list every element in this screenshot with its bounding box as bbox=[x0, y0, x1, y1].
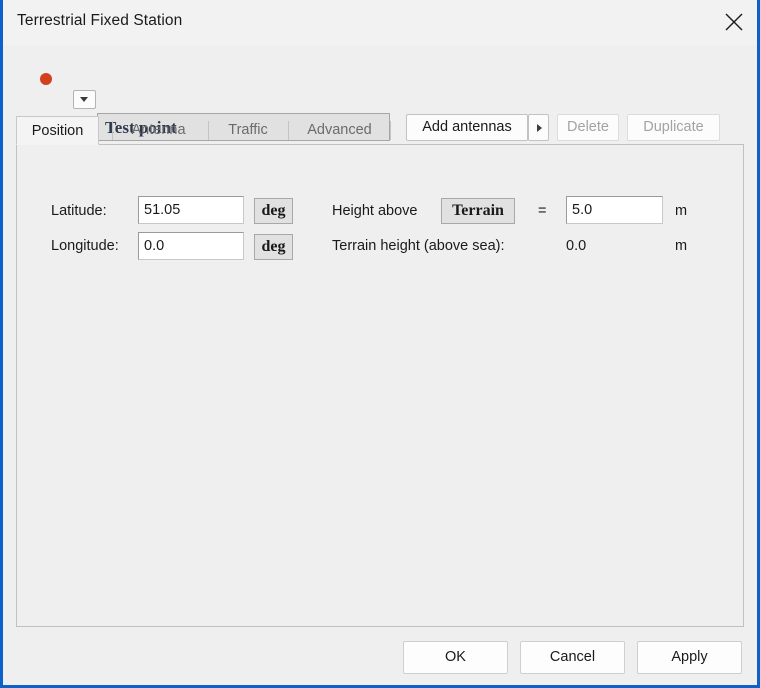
terrain-height-label: Terrain height (above sea): bbox=[332, 238, 505, 254]
latitude-input[interactable]: 51.05 bbox=[138, 196, 244, 224]
latitude-label: Latitude: bbox=[51, 203, 107, 219]
dialog-window: Terrestrial Fixed Station Test point Add… bbox=[0, 0, 760, 688]
tab-antenna[interactable]: Antenna bbox=[116, 116, 201, 145]
tab-position[interactable]: Position bbox=[16, 116, 99, 145]
window-title: Terrestrial Fixed Station bbox=[17, 12, 183, 29]
apply-button[interactable]: Apply bbox=[637, 641, 742, 674]
longitude-label: Longitude: bbox=[51, 238, 119, 254]
equals-sign: = bbox=[538, 203, 547, 219]
tab-separator bbox=[208, 121, 209, 140]
tab-separator bbox=[390, 121, 391, 140]
close-icon[interactable] bbox=[711, 0, 757, 44]
height-unit-label: m bbox=[675, 203, 688, 219]
title-bar: Terrestrial Fixed Station bbox=[3, 0, 757, 46]
terrain-height-value: 0.0 bbox=[566, 238, 587, 254]
tab-separator bbox=[112, 121, 113, 140]
tab-separator bbox=[288, 121, 289, 140]
cancel-button[interactable]: Cancel bbox=[520, 641, 625, 674]
height-above-label: Height above bbox=[332, 203, 418, 219]
station-list-dropdown-button[interactable] bbox=[73, 90, 96, 109]
tab-traffic[interactable]: Traffic bbox=[212, 116, 284, 145]
height-input[interactable]: 5.0 bbox=[566, 196, 663, 224]
tab-advanced[interactable]: Advanced bbox=[292, 116, 387, 145]
terrain-height-unit-label: m bbox=[675, 238, 688, 254]
status-indicator-dot bbox=[40, 73, 52, 85]
chevron-down-icon bbox=[80, 97, 88, 102]
ok-button[interactable]: OK bbox=[403, 641, 508, 674]
height-reference-button[interactable]: Terrain bbox=[441, 198, 515, 224]
tab-bar: Position Antenna Traffic Advanced bbox=[16, 116, 744, 145]
station-toolbar: Test point Add antennas Delete Duplicate bbox=[3, 45, 757, 141]
latitude-unit-button[interactable]: deg bbox=[254, 198, 293, 224]
longitude-unit-button[interactable]: deg bbox=[254, 234, 293, 260]
longitude-input[interactable]: 0.0 bbox=[138, 232, 244, 260]
close-glyph bbox=[725, 13, 743, 31]
